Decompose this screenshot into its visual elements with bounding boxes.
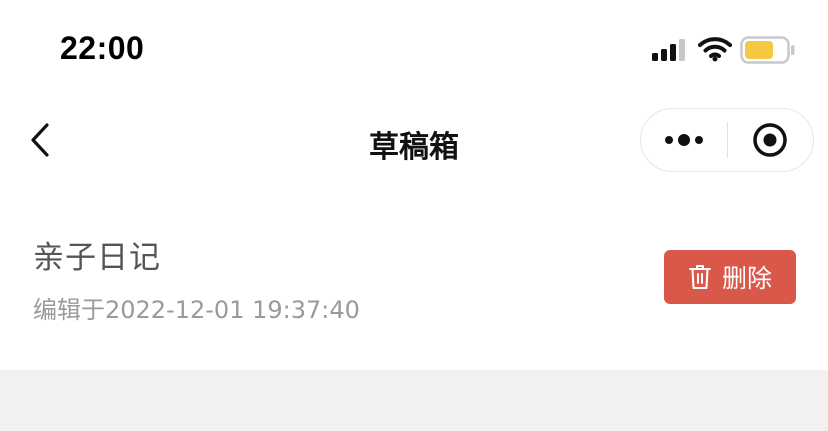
signal-icon [652, 39, 685, 61]
miniprogram-capsule [640, 108, 814, 172]
list-background [0, 370, 828, 431]
close-miniprogram-button[interactable] [728, 108, 813, 172]
draft-edited-time: 编辑于2022-12-01 19:37:40 [33, 296, 360, 324]
status-bar: 22:00 [0, 0, 828, 100]
draft-title: 亲子日记 [33, 240, 161, 276]
more-button[interactable] [641, 108, 727, 172]
trash-icon [688, 265, 711, 289]
more-dots-icon [665, 134, 703, 146]
delete-label: 删除 [721, 264, 772, 293]
battery-icon [740, 36, 795, 64]
nav-bar: 草稿箱 [0, 100, 828, 180]
delete-button[interactable]: 删除 [664, 250, 796, 304]
target-circle-icon [753, 123, 788, 157]
draft-list-item[interactable]: 亲子日记 编辑于2022-12-01 19:37:40 删除 [0, 210, 828, 340]
status-time: 22:00 [60, 30, 145, 66]
wifi-icon [698, 37, 732, 62]
